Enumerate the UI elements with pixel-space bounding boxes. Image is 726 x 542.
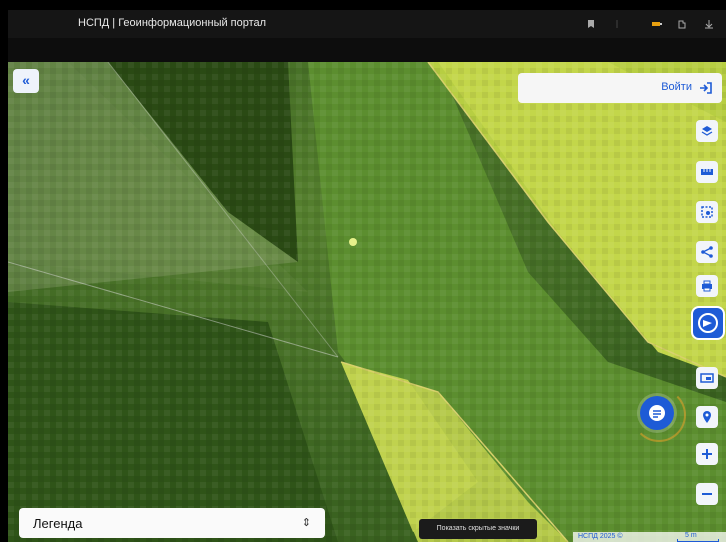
basemap-button[interactable] xyxy=(696,367,718,389)
extensions-icon[interactable] xyxy=(678,19,688,29)
layers-button[interactable] xyxy=(696,120,718,142)
ruler-button[interactable] xyxy=(696,161,718,183)
separator-icon xyxy=(616,20,618,28)
map-attribution: НСПД 2025 © 5 m xyxy=(573,532,726,542)
help-button[interactable] xyxy=(691,306,725,340)
browser-title-bar: НСПД | Геоинформационный портал xyxy=(8,10,726,38)
bookmark-icon[interactable] xyxy=(586,19,596,29)
print-button[interactable] xyxy=(696,275,718,297)
basemap-icon xyxy=(700,373,714,383)
battery-icon xyxy=(652,22,662,26)
copyright-text: НСПД 2025 © xyxy=(578,533,623,540)
zoom-out-icon xyxy=(702,493,712,495)
share-button[interactable] xyxy=(696,241,718,263)
select-area-button[interactable] xyxy=(696,201,718,223)
satellite-imagery xyxy=(8,62,726,542)
geolocation-icon xyxy=(703,411,711,423)
zoom-out-button[interactable] xyxy=(696,483,718,505)
help-icon xyxy=(698,313,718,333)
geolocation-button[interactable] xyxy=(696,406,718,428)
legend-label: Легенда xyxy=(33,516,83,531)
zoom-in-icon xyxy=(702,449,712,459)
window-title: НСПД | Геоинформационный портал xyxy=(78,17,267,29)
login-icon xyxy=(700,82,712,94)
print-icon xyxy=(702,280,712,292)
scale-label: 5 m xyxy=(685,532,697,539)
map-canvas[interactable]: « Войти Легенда ⇕ Показать скрытые значк… xyxy=(8,62,726,542)
chat-icon xyxy=(649,405,665,421)
collapse-sidebar-button[interactable]: « xyxy=(13,69,39,93)
hidden-icons-tooltip: Показать скрытые значки xyxy=(419,519,537,539)
share-icon xyxy=(701,246,713,258)
zoom-in-button[interactable] xyxy=(696,443,718,465)
download-icon[interactable] xyxy=(704,19,714,29)
legend-dropdown[interactable]: Легенда ⇕ xyxy=(19,508,325,538)
login-label: Войти xyxy=(661,81,692,93)
chat-button[interactable] xyxy=(640,396,674,430)
layers-icon xyxy=(701,126,713,136)
toolbar-strip xyxy=(8,38,726,62)
select-area-icon xyxy=(701,206,713,218)
ruler-icon xyxy=(701,169,713,175)
double-chevron-left-icon: « xyxy=(22,72,30,88)
login-button[interactable]: Войти xyxy=(518,73,722,103)
chevron-updown-icon: ⇕ xyxy=(301,517,311,529)
